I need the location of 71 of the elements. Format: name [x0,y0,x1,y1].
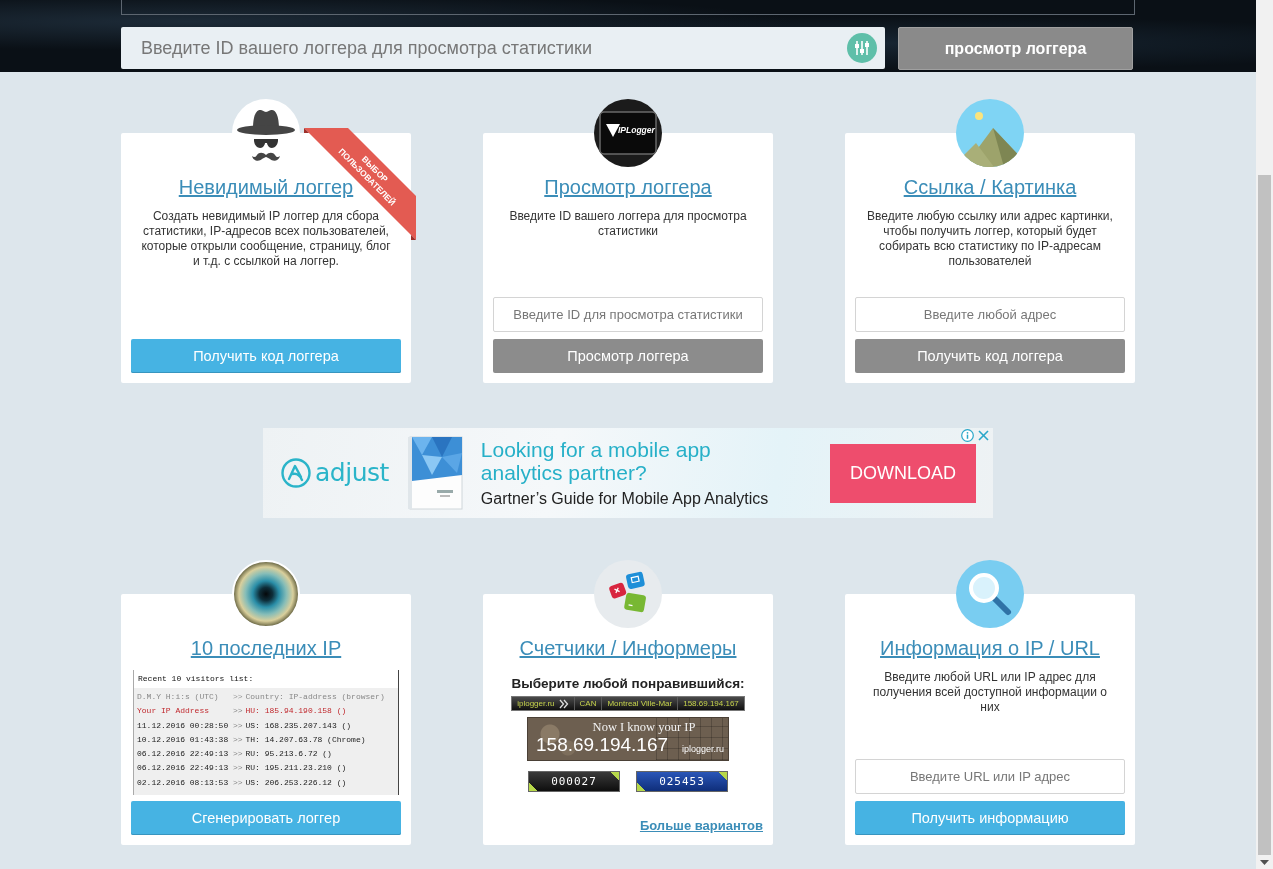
separator-mark: >> [233,719,244,732]
separator-mark: >> [233,691,244,703]
card-description: Введите ID вашего логгера для просмотра статистики [508,209,748,239]
chevron-icon [558,697,569,710]
visit-entry: RU: 195.211.23.210 () [245,762,348,775]
card-title-link[interactable]: Счетчики / Информеры [519,636,737,660]
separator-mark: >> [233,733,244,746]
counter-widget[interactable]: 025453 [636,771,728,792]
sliders-icon[interactable] [847,33,877,63]
logo-text: IPLogger [618,125,655,135]
informer-text: CAN [579,698,597,710]
visit-entry: US: 206.253.226.12 () [245,776,348,789]
card-description: Введите любой URL или IP адрес для получения всей доступной информации о них [872,670,1108,715]
info-icon[interactable] [961,429,974,442]
scroll-down-icon[interactable] [1260,860,1269,865]
separator-mark: >> [233,762,244,775]
informer-text: iplogger.ru [517,698,555,710]
card-button[interactable]: Сгенерировать логгер [131,801,401,835]
banner-caption: Now I know your IP [592,720,696,734]
ad-subline: Gartner’s Guide for Mobile App Analytics [480,490,770,508]
input-field[interactable]: Введите любой адрес [855,297,1125,332]
visit-time: 10.12.2016 01:43:38 [137,733,230,746]
close-icon[interactable] [977,429,990,442]
visitor-list-caption: Recent 10 visitors list: [134,670,398,688]
card-title-link[interactable]: Просмотр логгера [544,175,712,199]
book-icon [406,435,465,511]
visit-time: 06.12.2016 22:49:13 [137,762,230,775]
visit-time: 02.12.2016 08:13:53 [137,776,230,789]
banner-site-name: iplogger.ru [681,743,724,755]
informer-banner[interactable]: Now I know your IP 158.69.194.167 iplogger.ru [527,717,729,761]
ad-headline: Looking for a mobile app analytics partner? [480,438,712,484]
visit-entry: HU: 185.94.190.158 () [245,705,348,718]
visit-time: 11.12.2016 00:28:50 [137,719,230,732]
visit-time: 06.12.2016 22:49:13 [137,748,230,761]
informer-prompt: Выберите любой понравившийся: [510,676,746,691]
scrollbar-thumb[interactable] [1258,175,1271,855]
counter-widget[interactable]: 000027 [528,771,620,792]
counter-value: 000027 [551,775,597,788]
visit-time: D.M.Y H:i:s (UTC) [137,691,220,703]
view-logger-button[interactable]: просмотр логгера [898,27,1133,70]
informer-text: 158.69.194.167 [683,698,739,710]
visit-entry: Country: IP-address (browser) [245,691,386,703]
separator-mark: >> [233,776,244,789]
visit-time: Your IP Address [137,705,210,718]
card-title-link[interactable]: Информация о IP / URL [880,636,1100,660]
visit-entry: RU: 95.213.6.72 () [245,748,333,761]
logo-mark-icon [281,458,311,488]
card-button[interactable]: Получить информацию [855,801,1125,835]
card-title-link[interactable]: 10 последних IP [190,636,342,660]
download-button[interactable]: DOWNLOAD [830,443,976,503]
card-button[interactable]: Получить код логгера [131,339,401,373]
card-button[interactable]: Просмотр логгера [493,339,763,373]
ad-logo-text: adjust [315,458,389,488]
visit-entry: US: 168.235.207.143 () [245,719,353,732]
input-field[interactable]: Введите ID для просмотра статистики [493,297,763,332]
informer-text: Montreal Ville-Mar [607,698,673,710]
card-description: Введите любую ссылку или адрес картинки, чтобы получить логгер, который будет собирать всю статистику по IP-адресам пользователей [866,209,1114,269]
card-title-link[interactable]: Ссылка / Картинка [903,175,1077,199]
banner-ip-address: 158.69.194.167 [536,734,669,756]
input-field[interactable]: Введите URL или IP адрес [855,759,1125,794]
card-button[interactable]: Получить код логгера [855,339,1125,373]
ad-banner[interactable]: adjust Looking for a mobile app analytics partner? Gartner’s Guide for Mobile App Analytics DOWNLOAD [263,428,993,518]
separator-mark: >> [233,748,244,761]
scrollbar-track[interactable] [1256,0,1273,869]
search-field[interactable]: Введите ID вашего логгера для просмотра статистики [121,27,885,69]
card-description: Создать невидимый IP логгер для сбора статистики, IP-адресов всех пользователей, которые открыли сообщение, страницу, блог и т.д. с ссылкой на логгер. [140,209,392,269]
more-options-link[interactable]: Больше вариантов [639,818,763,833]
counter-value: 025453 [659,775,705,788]
separator-mark: >> [233,705,244,718]
visit-entry: TH: 14.207.63.78 (Chrome) [245,733,367,746]
informer-bar[interactable]: iplogger.ru CAN Montreal Ville-Mar 158.69.194.167 [511,696,745,711]
